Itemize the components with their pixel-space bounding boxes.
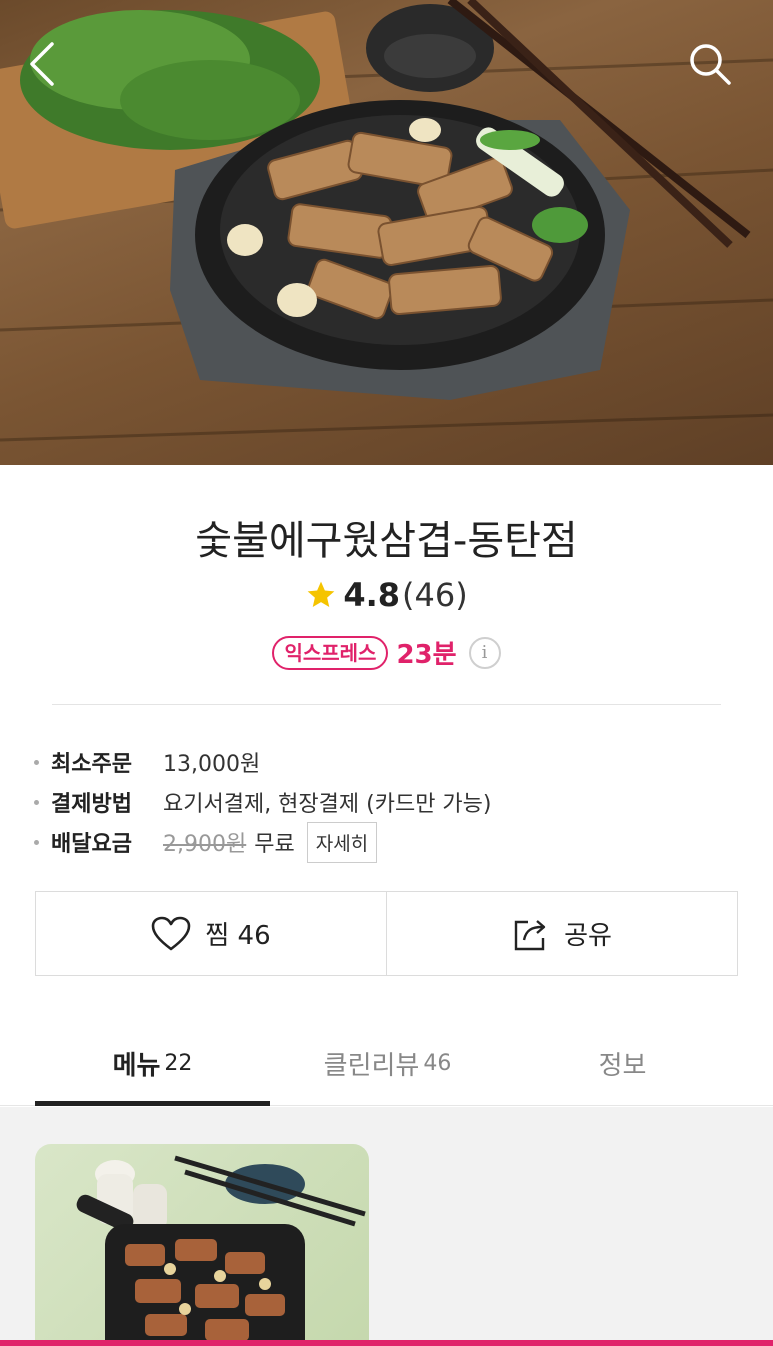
share-icon	[514, 919, 546, 950]
share-button[interactable]: 공유	[386, 892, 737, 975]
min-order-row: 최소주문 13,000원	[34, 742, 734, 782]
delivery-fee-row: 배달요금 2,900원 무료 자세히	[34, 821, 734, 863]
payment-method-row: 결제방법 요기서결제, 현장결제 (카드만 가능)	[34, 782, 734, 822]
tab-label: 메뉴	[112, 1051, 161, 1081]
rating-value: 4.8	[343, 576, 400, 614]
chevron-left-icon	[30, 42, 54, 86]
delivery-row: 익스프레스 23분 i	[0, 634, 773, 671]
original-fee: 2,900원	[163, 832, 247, 857]
delivery-time: 23분	[396, 640, 457, 670]
fee-detail-button[interactable]: 자세히	[306, 821, 378, 863]
store-details: 최소주문 13,000원 결제방법 요기서결제, 현장결제 (카드만 가능) 배…	[34, 742, 734, 863]
tab-count: 22	[164, 1051, 193, 1076]
hero-image	[0, 0, 773, 465]
search-button[interactable]	[686, 40, 746, 100]
back-button[interactable]	[22, 40, 82, 100]
tab-label: 클린리뷰	[323, 1051, 420, 1081]
info-icon[interactable]: i	[468, 636, 501, 669]
rating-row: 4.8 (46)	[0, 576, 773, 614]
favorite-label: 찜 46	[205, 921, 271, 951]
detail-value: 무료	[254, 832, 295, 857]
express-badge: 익스프레스	[272, 635, 389, 670]
tab-bar: 메뉴 22 클린리뷰 46 정보	[0, 1022, 773, 1106]
grilled-pork-photo	[0, 0, 773, 442]
menu-list	[0, 1107, 773, 1346]
store-name: 숯불에구웠삼겹-동탄점	[195, 518, 578, 564]
tab-label: 정보	[598, 1051, 647, 1081]
tab-reviews[interactable]: 클린리뷰 46	[270, 1022, 505, 1105]
bottom-accent-bar	[0, 1340, 773, 1346]
star-icon	[307, 581, 335, 607]
review-count[interactable]: (46)	[402, 576, 468, 614]
tab-count: 46	[423, 1051, 452, 1076]
bullet	[34, 799, 39, 805]
detail-value: 요기서결제, 현장결제 (카드만 가능)	[163, 792, 492, 817]
bullet	[34, 759, 39, 765]
detail-value: 13,000원	[163, 752, 261, 777]
share-label: 공유	[564, 921, 612, 951]
detail-label: 결제방법	[51, 792, 132, 817]
menu-item-photo	[76, 1155, 366, 1346]
heart-icon	[152, 916, 191, 950]
action-box: 찜 46 공유	[35, 891, 738, 976]
tab-info[interactable]: 정보	[505, 1022, 740, 1105]
detail-label: 배달요금	[51, 832, 132, 857]
divider	[52, 704, 721, 705]
search-icon	[690, 44, 731, 85]
menu-item-card[interactable]	[35, 1144, 369, 1346]
detail-label: 최소주문	[51, 752, 132, 777]
tab-menu[interactable]: 메뉴 22	[35, 1022, 270, 1106]
bullet	[34, 839, 39, 845]
favorite-button[interactable]: 찜 46	[36, 892, 386, 975]
